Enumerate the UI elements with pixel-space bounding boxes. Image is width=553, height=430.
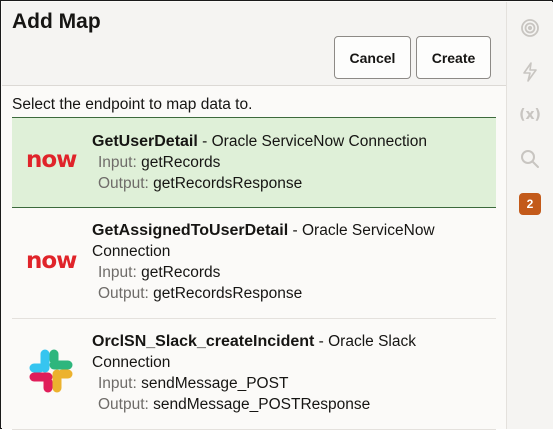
endpoint-details: GetAssignedToUserDetail - Oracle Service… [92,220,492,304]
connection-name: - Oracle ServiceNow Connection [197,133,427,150]
output-value: sendMessage_POSTResponse [148,396,371,413]
instruction-text: Select the endpoint to map data to. [12,96,253,113]
input-row: Input: sendMessage_POST [92,373,492,394]
endpoint-item-orclsn-slack-create-incident[interactable]: OrclSN_Slack_createIncident - Oracle Sla… [12,319,496,430]
input-label: Input: [98,375,137,392]
output-row: Output: sendMessage_POSTResponse [92,394,492,415]
endpoint-name: GetUserDetail [92,133,198,150]
notification-badge[interactable]: 2 [519,193,541,215]
output-value: getRecordsResponse [148,175,303,192]
output-row: Output: getRecordsResponse [92,283,492,304]
input-row: Input: getRecords [92,152,492,173]
output-label: Output: [98,285,149,302]
servicenow-logo: now [26,147,77,173]
endpoint-details: GetUserDetail - Oracle ServiceNow Connec… [92,131,492,194]
input-value: sendMessage_POST [136,375,289,392]
window-frame: Add Map Cancel Create Select the endpoin… [0,0,553,430]
input-row: Input: getRecords [92,262,492,283]
cancel-button[interactable]: Cancel [334,36,411,79]
bolt-icon[interactable] [518,60,542,84]
page-title: Add Map [12,10,101,33]
input-value: getRecords [136,264,221,281]
servicenow-logo: now [26,248,77,274]
search-icon[interactable] [518,147,542,171]
target-icon[interactable] [518,16,542,40]
output-value: getRecordsResponse [148,285,303,302]
output-label: Output: [98,396,149,413]
slack-logo [28,348,74,399]
panel-header: Add Map Cancel Create [2,2,506,86]
create-button[interactable]: Create [416,36,491,79]
right-toolbar: (x) 2 [506,2,553,429]
endpoint-name: OrclSN_Slack_createIncident [92,333,315,350]
endpoint-item-get-user-detail[interactable]: now GetUserDetail - Oracle ServiceNow Co… [12,117,496,208]
endpoint-item-get-assigned-to-user-detail[interactable]: now GetAssignedToUserDetail - Oracle Ser… [12,208,496,319]
endpoint-name: GetAssignedToUserDetail [92,222,289,239]
variable-icon[interactable]: (x) [518,103,542,127]
add-map-panel: Add Map Cancel Create Select the endpoin… [2,2,506,430]
input-label: Input: [98,264,137,281]
endpoint-details: OrclSN_Slack_createIncident - Oracle Sla… [92,331,492,415]
input-value: getRecords [136,154,221,171]
output-label: Output: [98,175,149,192]
input-label: Input: [98,154,137,171]
output-row: Output: getRecordsResponse [92,173,492,194]
